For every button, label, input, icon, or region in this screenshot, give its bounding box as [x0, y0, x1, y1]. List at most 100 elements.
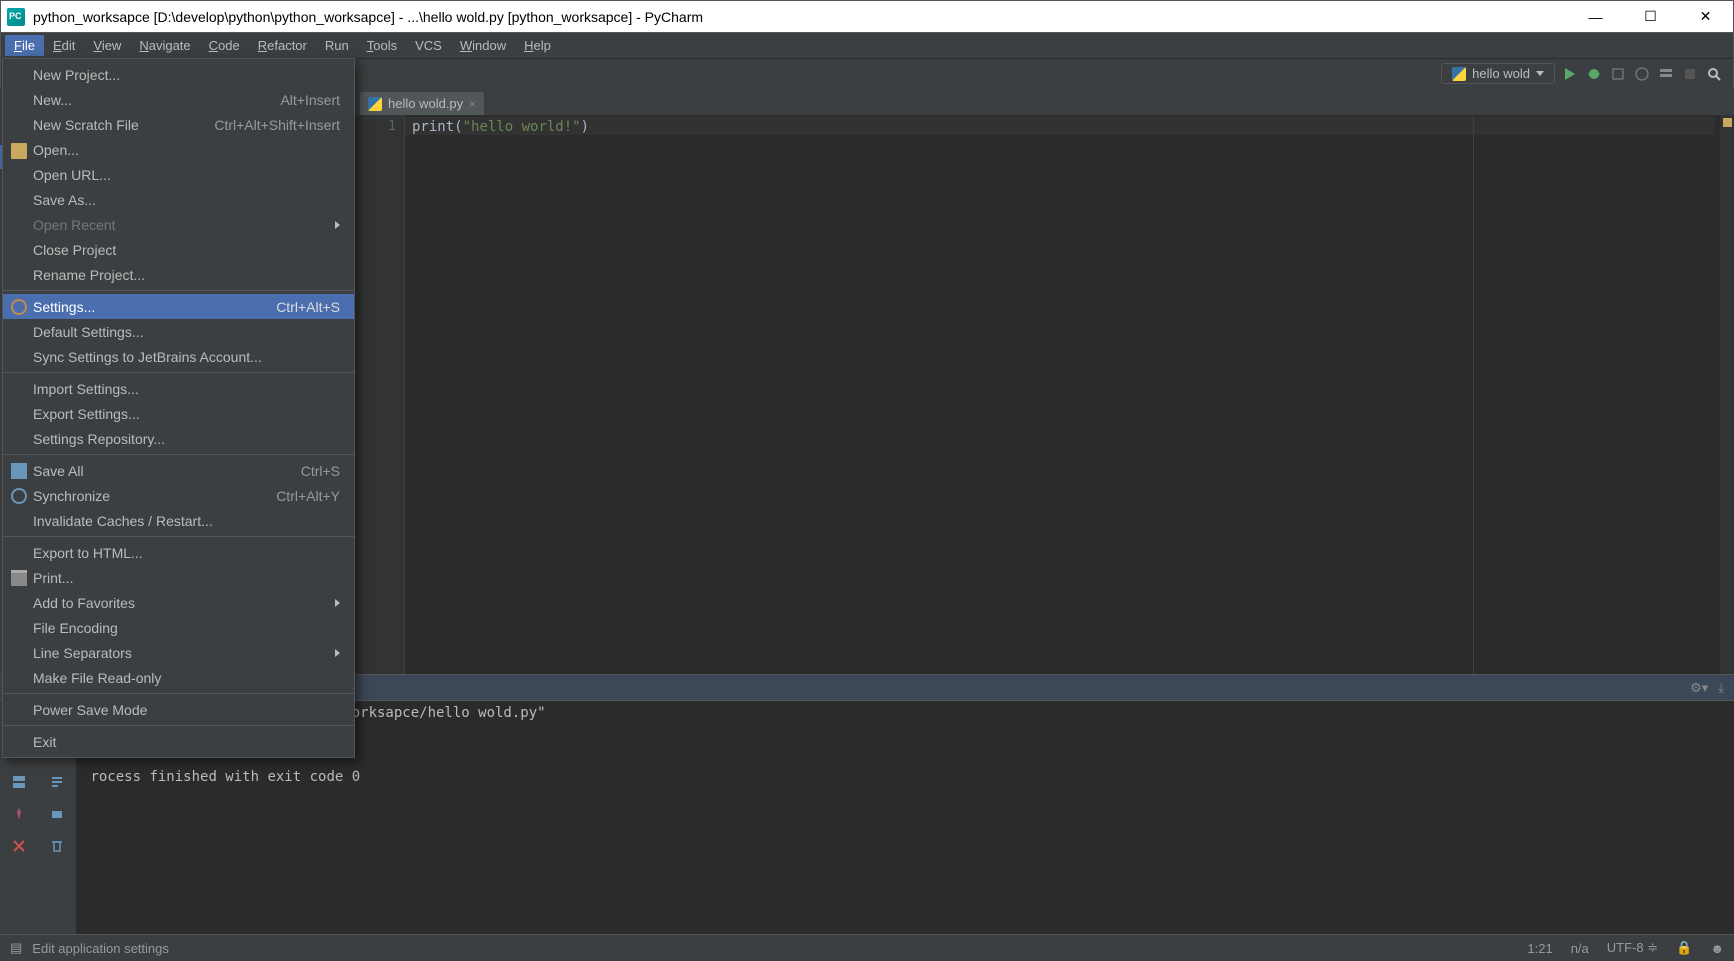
close-run-button[interactable] — [6, 833, 32, 859]
menu-window[interactable]: Window — [451, 35, 515, 56]
layout-run-button[interactable] — [6, 769, 32, 795]
menu-tools[interactable]: Tools — [358, 35, 406, 56]
inspector-icon[interactable]: ☻ — [1710, 941, 1724, 956]
file-menu-item[interactable]: SynchronizeCtrl+Alt+Y — [3, 483, 354, 508]
warning-marker-icon[interactable] — [1723, 118, 1732, 127]
window-title: python_worksapce [D:\develop\python\pyth… — [33, 9, 703, 25]
hide-icon[interactable]: ⤓ — [1718, 680, 1724, 696]
pycharm-icon — [7, 8, 25, 26]
gear-icon[interactable]: ⚙▾ — [1690, 680, 1708, 696]
chevron-right-icon — [335, 221, 340, 229]
file-menu-item[interactable]: Import Settings... — [3, 376, 354, 401]
gutter: 1 — [354, 115, 404, 674]
menu-item-label: Print... — [33, 570, 73, 586]
file-menu-dropdown: New Project...New...Alt+InsertNew Scratc… — [2, 58, 355, 758]
caret-position[interactable]: 1:21 — [1527, 941, 1552, 956]
menu-item-label: Settings... — [33, 299, 95, 315]
file-menu-item[interactable]: Sync Settings to JetBrains Account... — [3, 344, 354, 369]
menu-separator — [3, 372, 354, 373]
print-icon — [11, 570, 27, 586]
file-menu-item[interactable]: Invalidate Caches / Restart... — [3, 508, 354, 533]
editor-tab-label: hello wold.py — [388, 96, 463, 111]
close-button[interactable]: ✕ — [1678, 1, 1733, 32]
menu-item-label: Save As... — [33, 192, 96, 208]
file-menu-item[interactable]: Rename Project... — [3, 262, 354, 287]
minimize-button[interactable]: — — [1568, 1, 1623, 32]
menu-vcs[interactable]: VCS — [406, 35, 451, 56]
profiler-button[interactable] — [1633, 65, 1651, 83]
menu-shortcut: Ctrl+S — [301, 463, 340, 479]
menu-separator — [3, 725, 354, 726]
editor-tab[interactable]: hello wold.py × — [360, 92, 484, 115]
file-menu-item[interactable]: Add to Favorites — [3, 590, 354, 615]
run-button[interactable] — [1561, 65, 1579, 83]
menu-file[interactable]: File — [5, 35, 44, 56]
file-menu-item[interactable]: Settings Repository... — [3, 426, 354, 451]
file-menu-item[interactable]: Save All Ctrl+S — [3, 458, 354, 483]
pin-button[interactable] — [6, 801, 32, 827]
menu-item-label: Import Settings... — [33, 381, 139, 397]
coverage-button[interactable] — [1609, 65, 1627, 83]
titlebar: python_worksapce [D:\develop\python\pyth… — [1, 1, 1733, 33]
menu-item-label: Save All — [33, 463, 84, 479]
file-menu-item[interactable]: Export to HTML... — [3, 540, 354, 565]
file-menu-item[interactable]: Open URL... — [3, 162, 354, 187]
menu-item-label: Open... — [33, 142, 79, 158]
menu-view[interactable]: View — [84, 35, 130, 56]
window-controls: — ☐ ✕ — [1568, 1, 1733, 32]
menu-separator — [3, 454, 354, 455]
file-menu-item[interactable]: New Project... — [3, 62, 354, 87]
file-menu-item[interactable]: File Encoding — [3, 615, 354, 640]
right-margin-line — [1473, 115, 1474, 674]
python-icon — [1452, 67, 1466, 81]
menu-shortcut: Ctrl+Alt+S — [276, 299, 340, 315]
file-menu-item[interactable]: Default Settings... — [3, 319, 354, 344]
run-exit-line: rocess finished with exit code 0 — [90, 769, 360, 785]
file-menu-item[interactable]: Make File Read-only — [3, 665, 354, 690]
editor-body[interactable]: 1 print("hello world!") — [354, 115, 1734, 674]
menu-item-label: Close Project — [33, 242, 116, 258]
menu-separator — [3, 536, 354, 537]
file-menu-item[interactable]: Power Save Mode — [3, 697, 354, 722]
line-sep-status[interactable]: n/a — [1571, 941, 1589, 956]
code-line[interactable]: print("hello world!") — [412, 119, 1714, 135]
code-token-paren-close: ) — [581, 119, 589, 135]
menu-refactor[interactable]: Refactor — [249, 35, 316, 56]
search-everywhere-button[interactable] — [1705, 65, 1723, 83]
stop-button[interactable] — [1681, 65, 1699, 83]
file-menu-item[interactable]: Export Settings... — [3, 401, 354, 426]
menu-item-label: Settings Repository... — [33, 431, 165, 447]
settings-icon[interactable]: ▤ — [10, 940, 22, 956]
menu-code[interactable]: Code — [200, 35, 249, 56]
debug-button[interactable] — [1585, 65, 1603, 83]
print-run-button[interactable] — [44, 801, 70, 827]
editor-marker-strip[interactable] — [1720, 115, 1734, 674]
file-menu-item[interactable]: Exit — [3, 729, 354, 754]
file-menu-item[interactable]: Print... — [3, 565, 354, 590]
run-config-selector[interactable]: hello wold — [1441, 63, 1555, 84]
file-menu-item[interactable]: New Scratch FileCtrl+Alt+Shift+Insert — [3, 112, 354, 137]
menu-run[interactable]: Run — [316, 35, 358, 56]
menu-shortcut: Ctrl+Alt+Shift+Insert — [214, 117, 340, 133]
menu-navigate[interactable]: Navigate — [130, 35, 199, 56]
menu-help[interactable]: Help — [515, 35, 560, 56]
clear-button[interactable] — [44, 833, 70, 859]
file-menu-item[interactable]: Save As... — [3, 187, 354, 212]
readonly-lock-icon[interactable]: 🔒 — [1676, 940, 1692, 956]
menu-edit[interactable]: Edit — [44, 35, 84, 56]
soft-wrap-button[interactable] — [44, 769, 70, 795]
file-menu-item[interactable]: Open... — [3, 137, 354, 162]
close-tab-icon[interactable]: × — [469, 97, 476, 111]
file-menu-item[interactable]: New...Alt+Insert — [3, 87, 354, 112]
encoding-status[interactable]: UTF-8 ≑ — [1607, 940, 1658, 956]
menu-item-label: File Encoding — [33, 620, 118, 636]
file-menu-item[interactable]: Line Separators — [3, 640, 354, 665]
file-menu-item[interactable]: Close Project — [3, 237, 354, 262]
menu-item-label: Synchronize — [33, 488, 110, 504]
statusbar: ▤ Edit application settings 1:21 n/a UTF… — [0, 934, 1734, 961]
file-menu-item[interactable]: Settings... Ctrl+Alt+S — [3, 294, 354, 319]
layout-button[interactable] — [1657, 65, 1675, 83]
run-config-name: hello wold — [1472, 66, 1530, 81]
gear-icon — [11, 299, 27, 315]
maximize-button[interactable]: ☐ — [1623, 1, 1678, 32]
